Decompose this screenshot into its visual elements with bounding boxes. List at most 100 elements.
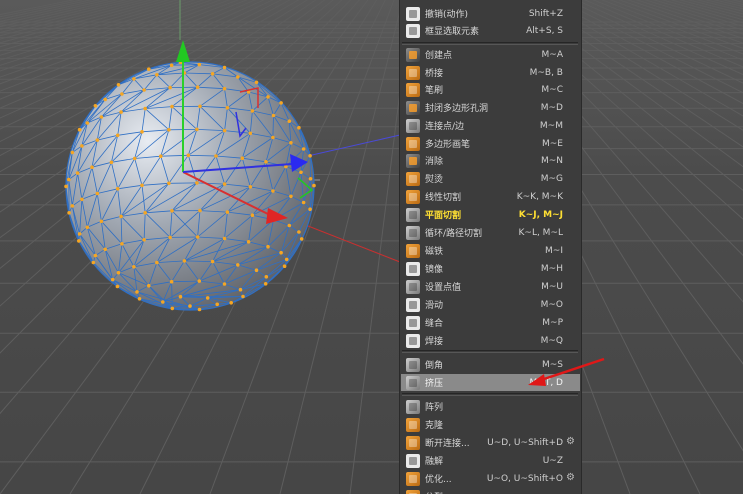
menu-item-shortcut: M~A	[541, 49, 563, 60]
menu-item-dissolve[interactable]: 消除 M~N	[401, 152, 580, 169]
menu-item-shortcut: M~M	[539, 120, 563, 131]
menu-item-shortcut: K~L, M~L	[518, 227, 564, 238]
gear-icon[interactable]: ⚙	[565, 472, 576, 483]
menu-item-create-point[interactable]: 创建点 M~A	[401, 46, 580, 63]
menu-item-label: 阵列	[425, 403, 444, 413]
menu-item-shortcut: M~T, D	[529, 377, 563, 388]
weld-icon	[406, 333, 420, 348]
menu-item-label: 熨烫	[425, 175, 444, 185]
menu-item-label: 线性切割	[425, 193, 462, 203]
knife-icon	[406, 189, 420, 204]
menu-item-plane-cut[interactable]: 平面切割 K~J, M~J	[401, 206, 580, 223]
menu-separator	[402, 395, 578, 396]
menu-item-label: 多边形画笔	[425, 140, 471, 150]
menu-item-undo[interactable]: 撤销(动作) Shift+Z	[401, 5, 580, 22]
menu-item-bridge[interactable]: 桥接 M~B, B	[401, 64, 580, 81]
menu-item-shortcut: K~J, M~J	[518, 209, 563, 220]
menu-item-polygon-pen[interactable]: 多边形画笔 M~E	[401, 135, 580, 152]
menu-item-magnet[interactable]: 磁铁 M~I	[401, 242, 580, 259]
menu-item-loop-cut[interactable]: 循环/路径切割 K~L, M~L	[401, 224, 580, 241]
dissolve-icon	[406, 153, 420, 168]
menu-item-weld[interactable]: 焊接 M~Q	[401, 332, 580, 349]
menu-separator	[402, 352, 578, 353]
menu-item-label: 连接点/边	[425, 122, 465, 132]
close-hole-icon	[406, 100, 420, 115]
menu-item-frame-selection[interactable]: 框显选取元素 Alt+S, S	[401, 22, 580, 39]
plane-cut-icon	[406, 207, 420, 222]
connect-icon	[406, 118, 420, 133]
menu-item-array[interactable]: 阵列	[401, 398, 580, 415]
menu-item-stitch[interactable]: 缝合 M~P	[401, 314, 580, 331]
menu-item-brush[interactable]: 笔刷 M~C	[401, 81, 580, 98]
menu-item-slide[interactable]: 滑动 M~O	[401, 296, 580, 313]
3d-viewport[interactable]	[0, 0, 743, 494]
menu-separator	[402, 393, 578, 394]
menu-separator	[402, 42, 578, 43]
menu-item-shortcut: M~U	[541, 281, 563, 292]
menu-item-label: 笔刷	[425, 86, 444, 96]
menu-item-label: 消除	[425, 157, 444, 167]
menu-item-shortcut: U~O, U~Shift+O	[486, 473, 563, 484]
menu-item-mirror[interactable]: 镜像 M~H	[401, 260, 580, 277]
menu-item-clone[interactable]: 克隆	[401, 416, 580, 433]
menu-item-label: 设置点值	[425, 283, 462, 293]
menu-item-shortcut: Alt+S, S	[526, 25, 563, 36]
stitch-icon	[406, 315, 420, 330]
menu-item-shortcut: M~C	[541, 84, 563, 95]
magnet-icon	[406, 243, 420, 258]
menu-item-shortcut: U~D, U~Shift+D	[487, 437, 563, 448]
set-value-icon	[406, 279, 420, 294]
clone-icon	[406, 417, 420, 432]
menu-item-label: 焊接	[425, 337, 444, 347]
disconnect-icon	[406, 435, 420, 450]
menu-item-shortcut: K~K, M~K	[516, 191, 563, 202]
menu-item-shortcut: M~Q	[540, 335, 563, 346]
context-menu[interactable]: 撤销(动作) Shift+Z 框显选取元素 Alt+S, S 创建点 M~A 桥接 M~B, …	[399, 0, 582, 494]
menu-item-shortcut: M~E	[542, 138, 563, 149]
bevel-icon	[406, 357, 420, 372]
menu-item-label: 融解	[425, 457, 444, 467]
loop-cut-icon	[406, 225, 420, 240]
bridge-icon	[406, 65, 420, 80]
menu-item-label: 断开连接...	[425, 439, 470, 449]
menu-item-iron[interactable]: 熨烫 M~G	[401, 170, 580, 187]
menu-item-extrude[interactable]: 挤压 M~T, D	[401, 374, 580, 391]
melt-icon	[406, 453, 420, 468]
optimize-icon	[406, 471, 420, 486]
menu-item-shortcut: M~N	[540, 155, 563, 166]
menu-separator	[402, 350, 578, 351]
menu-item-shortcut: M~G	[540, 173, 563, 184]
menu-item-connect[interactable]: 连接点/边 M~M	[401, 117, 580, 134]
array-icon	[406, 399, 420, 414]
iron-icon	[406, 171, 420, 186]
menu-item-label: 平面切割	[425, 211, 462, 221]
brush-icon	[406, 82, 420, 97]
menu-item-label: 镜像	[425, 265, 444, 275]
polygon-pen-icon	[406, 136, 420, 151]
menu-item-shortcut: M~I	[545, 245, 563, 256]
menu-item-split[interactable]: 分裂	[401, 488, 580, 494]
menu-item-label: 桥接	[425, 69, 444, 79]
menu-item-knife[interactable]: 线性切割 K~K, M~K	[401, 188, 580, 205]
menu-item-disconnect[interactable]: 断开连接... U~D, U~Shift+D ⚙	[401, 434, 580, 451]
menu-item-shortcut: M~S	[541, 359, 563, 370]
menu-item-label: 封闭多边形孔洞	[425, 104, 489, 114]
menu-item-label: 框显选取元素	[425, 27, 480, 37]
menu-item-bevel[interactable]: 倒角 M~S	[401, 356, 580, 373]
menu-item-shortcut: U~Z	[542, 455, 563, 466]
menu-item-shortcut: M~D	[540, 102, 563, 113]
menu-item-shortcut: M~B, B	[529, 67, 563, 78]
gear-icon[interactable]: ⚙	[565, 436, 576, 447]
menu-item-shortcut: M~P	[542, 317, 563, 328]
menu-item-label: 创建点	[425, 51, 453, 61]
extrude-icon	[406, 375, 420, 390]
menu-item-label: 滑动	[425, 301, 444, 311]
menu-item-optimize[interactable]: 优化... U~O, U~Shift+O ⚙	[401, 470, 580, 487]
slide-icon	[406, 297, 420, 312]
menu-item-close-hole[interactable]: 封闭多边形孔洞 M~D	[401, 99, 580, 116]
create-point-icon	[406, 47, 420, 62]
menu-item-shortcut: M~O	[540, 299, 563, 310]
menu-item-melt[interactable]: 融解 U~Z	[401, 452, 580, 469]
menu-item-set-value[interactable]: 设置点值 M~U	[401, 278, 580, 295]
menu-item-label: 克隆	[425, 421, 444, 431]
